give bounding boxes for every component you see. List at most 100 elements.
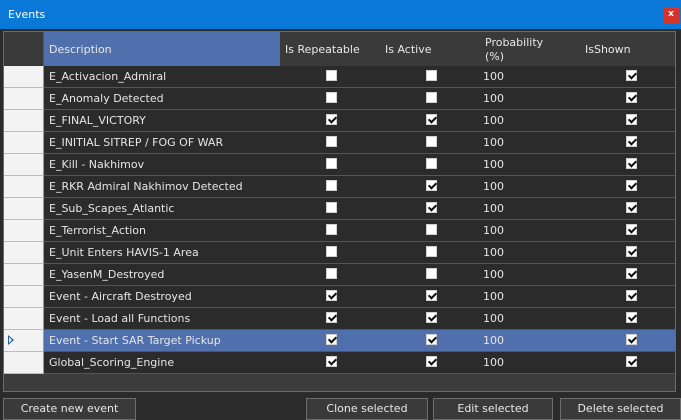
is-active-checkbox[interactable] [426,268,437,279]
description-cell[interactable]: E_Terrorist_Action [49,224,146,237]
column-header-description[interactable]: Description [44,32,280,66]
is-repeatable-checkbox[interactable] [326,202,337,213]
is-active-checkbox[interactable] [426,70,437,81]
is-shown-checkbox[interactable] [626,246,637,257]
is-shown-checkbox[interactable] [626,312,637,323]
is-repeatable-checkbox[interactable] [326,356,337,367]
description-cell[interactable]: E_Sub_Scapes_Atlantic [49,202,174,215]
is-shown-checkbox[interactable] [626,356,637,367]
row-cells[interactable]: E_Terrorist_Action 100 [44,220,675,242]
is-active-checkbox[interactable] [426,224,437,235]
table-row[interactable]: E_RKR Admiral Nakhimov Detected 100 [4,176,675,198]
delete-selected-button[interactable]: Delete selected [560,398,681,420]
row-header[interactable] [4,330,44,352]
is-shown-checkbox[interactable] [626,202,637,213]
table-row[interactable]: E_Kill - Nakhimov 100 [4,154,675,176]
is-active-checkbox[interactable] [426,290,437,301]
table-row[interactable]: E_Anomaly Detected 100 [4,88,675,110]
probability-cell[interactable]: 100 [483,202,504,215]
row-cells[interactable]: Event - Load all Functions 100 [44,308,675,330]
probability-cell[interactable]: 100 [483,246,504,259]
is-active-checkbox[interactable] [426,180,437,191]
probability-cell[interactable]: 100 [483,224,504,237]
description-cell[interactable]: E_Unit Enters HAVIS-1 Area [49,246,199,259]
probability-cell[interactable]: 100 [483,180,504,193]
is-repeatable-checkbox[interactable] [326,136,337,147]
row-header[interactable] [4,308,44,330]
column-header-probability[interactable]: Probability (%) [480,32,580,66]
probability-cell[interactable]: 100 [483,114,504,127]
row-header[interactable] [4,132,44,154]
column-header-is-active[interactable]: Is Active [380,32,480,66]
row-cells[interactable]: E_Unit Enters HAVIS-1 Area 100 [44,242,675,264]
description-cell[interactable]: E_Kill - Nakhimov [49,158,144,171]
description-cell[interactable]: E_Activacion_Admiral [49,70,166,83]
row-header[interactable] [4,110,44,132]
row-header[interactable] [4,66,44,88]
description-cell[interactable]: E_FINAL_VICTORY [49,114,146,127]
probability-cell[interactable]: 100 [483,268,504,281]
row-cells[interactable]: E_Sub_Scapes_Atlantic 100 [44,198,675,220]
is-active-checkbox[interactable] [426,334,437,345]
probability-cell[interactable]: 100 [483,158,504,171]
is-repeatable-checkbox[interactable] [326,92,337,103]
probability-cell[interactable]: 100 [483,290,504,303]
row-cells[interactable]: E_RKR Admiral Nakhimov Detected 100 [44,176,675,198]
is-shown-checkbox[interactable] [626,268,637,279]
row-header[interactable] [4,176,44,198]
row-cells[interactable]: E_INITIAL SITREP / FOG OF WAR 100 [44,132,675,154]
row-header[interactable] [4,154,44,176]
is-active-checkbox[interactable] [426,158,437,169]
row-header[interactable] [4,286,44,308]
table-row[interactable]: E_Sub_Scapes_Atlantic 100 [4,198,675,220]
table-row[interactable]: Event - Start SAR Target Pickup 100 [4,330,675,352]
is-repeatable-checkbox[interactable] [326,224,337,235]
table-row[interactable]: E_Terrorist_Action 100 [4,220,675,242]
is-repeatable-checkbox[interactable] [326,312,337,323]
table-row[interactable]: E_INITIAL SITREP / FOG OF WAR 100 [4,132,675,154]
table-row[interactable]: E_Activacion_Admiral 100 [4,66,675,88]
row-cells[interactable]: E_Anomaly Detected 100 [44,88,675,110]
is-repeatable-checkbox[interactable] [326,334,337,345]
row-header[interactable] [4,88,44,110]
is-repeatable-checkbox[interactable] [326,290,337,301]
table-row[interactable]: Event - Aircraft Destroyed 100 [4,286,675,308]
events-grid[interactable]: Description Is Repeatable Is Active Prob… [3,31,676,392]
create-new-event-button[interactable]: Create new event [3,398,136,420]
is-shown-checkbox[interactable] [626,158,637,169]
row-cells[interactable]: E_Kill - Nakhimov 100 [44,154,675,176]
row-header[interactable] [4,352,44,374]
description-cell[interactable]: E_INITIAL SITREP / FOG OF WAR [49,136,223,149]
is-active-checkbox[interactable] [426,114,437,125]
is-repeatable-checkbox[interactable] [326,268,337,279]
description-cell[interactable]: Event - Start SAR Target Pickup [49,334,221,347]
is-active-checkbox[interactable] [426,312,437,323]
is-repeatable-checkbox[interactable] [326,158,337,169]
table-row[interactable]: Event - Load all Functions 100 [4,308,675,330]
row-header[interactable] [4,220,44,242]
edit-selected-button[interactable]: Edit selected [433,398,553,420]
is-repeatable-checkbox[interactable] [326,114,337,125]
row-cells[interactable]: Event - Start SAR Target Pickup 100 [44,330,675,352]
is-active-checkbox[interactable] [426,136,437,147]
is-shown-checkbox[interactable] [626,334,637,345]
row-cells[interactable]: Global_Scoring_Engine 100 [44,352,675,374]
table-row[interactable]: Global_Scoring_Engine 100 [4,352,675,374]
description-cell[interactable]: E_RKR Admiral Nakhimov Detected [49,180,243,193]
probability-cell[interactable]: 100 [483,136,504,149]
probability-cell[interactable]: 100 [483,334,504,347]
is-repeatable-checkbox[interactable] [326,70,337,81]
table-row[interactable]: E_FINAL_VICTORY 100 [4,110,675,132]
description-cell[interactable]: E_YasenM_Destroyed [49,268,164,281]
is-active-checkbox[interactable] [426,202,437,213]
is-shown-checkbox[interactable] [626,224,637,235]
is-shown-checkbox[interactable] [626,70,637,81]
is-shown-checkbox[interactable] [626,290,637,301]
row-cells[interactable]: E_FINAL_VICTORY 100 [44,110,675,132]
table-row[interactable]: E_Unit Enters HAVIS-1 Area 100 [4,242,675,264]
probability-cell[interactable]: 100 [483,312,504,325]
probability-cell[interactable]: 100 [483,92,504,105]
description-cell[interactable]: Event - Aircraft Destroyed [49,290,192,303]
is-shown-checkbox[interactable] [626,180,637,191]
row-cells[interactable]: E_Activacion_Admiral 100 [44,66,675,88]
